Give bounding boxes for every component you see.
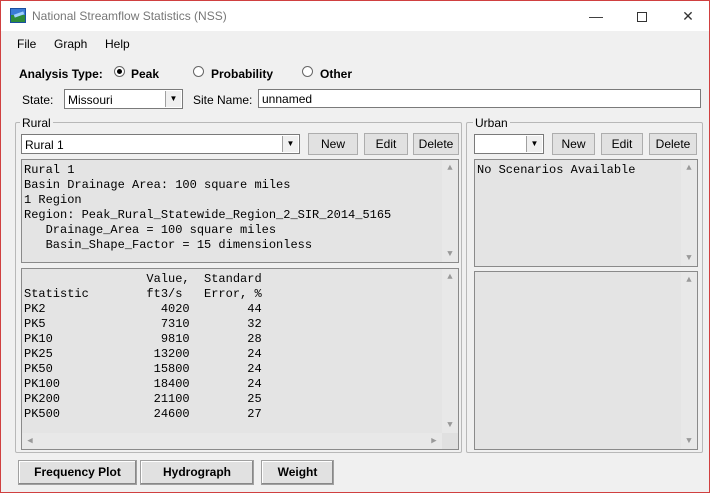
urban-edit-button[interactable]: Edit — [601, 133, 643, 155]
rural-scenario-select[interactable]: Rural 1 ▼ — [21, 134, 300, 154]
results-row: PK5 7310 32 — [24, 317, 262, 331]
scroll-up-icon[interactable]: ▲ — [681, 160, 697, 176]
scroll-down-icon[interactable]: ▼ — [681, 250, 697, 266]
site-name-label: Site Name: — [193, 93, 253, 107]
scroll-up-icon[interactable]: ▲ — [681, 272, 697, 288]
menu-graph[interactable]: Graph — [54, 37, 87, 51]
state-value: Missouri — [68, 93, 113, 107]
results-row: PK200 21100 25 — [24, 392, 262, 406]
urban-group-label: Urban — [473, 116, 510, 130]
window-title: National Streamflow Statistics (NSS) — [32, 9, 227, 23]
rural-description-text: Rural 1 Basin Drainage Area: 100 square … — [24, 163, 392, 252]
radio-other-label[interactable]: Other — [320, 67, 352, 81]
radio-probability[interactable] — [193, 66, 204, 77]
rural-results-vscrollbar[interactable]: ▲ ▼ — [442, 269, 458, 433]
rural-results-box[interactable]: Value, Standard Statistic ft3/s Error, %… — [21, 268, 459, 450]
scroll-up-icon[interactable]: ▲ — [442, 160, 458, 176]
urban-results-scrollbar[interactable]: ▲ ▼ — [681, 272, 697, 449]
nss-app-icon — [10, 8, 26, 23]
site-name-field[interactable] — [258, 89, 701, 108]
maximize-button[interactable] — [619, 1, 665, 31]
radio-peak[interactable] — [114, 66, 125, 77]
results-row: PK50 15800 24 — [24, 362, 262, 376]
rural-group-label: Rural — [20, 116, 53, 130]
urban-scenario-select[interactable]: ▼ — [474, 134, 544, 154]
urban-description-scrollbar[interactable]: ▲ ▼ — [681, 160, 697, 266]
site-name-input[interactable] — [259, 90, 700, 107]
weight-button[interactable]: Weight — [261, 460, 334, 485]
urban-description-box[interactable]: No Scenarios Available ▲ ▼ — [474, 159, 698, 267]
results-row: PK10 9810 28 — [24, 332, 262, 346]
scroll-right-icon[interactable]: ▶ — [426, 433, 442, 449]
rural-scenario-value: Rural 1 — [25, 138, 64, 152]
rural-results-text: Value, Standard Statistic ft3/s Error, %… — [22, 269, 458, 425]
menu-bar: File Graph Help — [1, 32, 709, 54]
nss-window: National Streamflow Statistics (NSS) — ✕… — [0, 0, 710, 493]
results-row: PK500 24600 27 — [24, 407, 262, 421]
urban-new-button[interactable]: New — [552, 133, 595, 155]
scroll-down-icon[interactable]: ▼ — [681, 433, 697, 449]
chevron-down-icon[interactable]: ▼ — [282, 136, 298, 152]
scroll-left-icon[interactable]: ◀ — [22, 433, 38, 449]
hydrograph-button[interactable]: Hydrograph — [140, 460, 254, 485]
maximize-icon — [637, 12, 647, 23]
radio-peak-label[interactable]: Peak — [131, 67, 159, 81]
urban-results-box[interactable]: ▲ ▼ — [474, 271, 698, 450]
state-select[interactable]: Missouri ▼ — [64, 89, 183, 109]
minimize-button[interactable]: — — [573, 1, 619, 31]
title-bar: National Streamflow Statistics (NSS) — ✕ — [1, 1, 709, 31]
rural-description-scrollbar[interactable]: ▲ ▼ — [442, 160, 458, 262]
results-header: Value, Standard Statistic ft3/s Error, % — [24, 272, 262, 301]
rural-new-button[interactable]: New — [308, 133, 358, 155]
scroll-corner — [442, 433, 458, 449]
results-row: PK25 13200 24 — [24, 347, 262, 361]
results-row: PK100 18400 24 — [24, 377, 262, 391]
urban-delete-button[interactable]: Delete — [649, 133, 697, 155]
rural-edit-button[interactable]: Edit — [364, 133, 408, 155]
results-row: PK2 4020 44 — [24, 302, 262, 316]
close-button[interactable]: ✕ — [665, 1, 710, 31]
scroll-up-icon[interactable]: ▲ — [442, 269, 458, 285]
rural-results-hscrollbar[interactable]: ◀ ▶ — [22, 433, 442, 449]
menu-file[interactable]: File — [17, 37, 36, 51]
state-label: State: — [22, 93, 54, 107]
radio-probability-label[interactable]: Probability — [211, 67, 273, 81]
frequency-plot-button[interactable]: Frequency Plot — [18, 460, 137, 485]
scroll-down-icon[interactable]: ▼ — [442, 246, 458, 262]
rural-description-box[interactable]: Rural 1 Basin Drainage Area: 100 square … — [21, 159, 459, 263]
menu-help[interactable]: Help — [105, 37, 130, 51]
analysis-type-label: Analysis Type: — [19, 67, 103, 81]
chevron-down-icon[interactable]: ▼ — [165, 91, 181, 107]
radio-other[interactable] — [302, 66, 313, 77]
rural-delete-button[interactable]: Delete — [413, 133, 459, 155]
urban-description-text: No Scenarios Available — [477, 163, 636, 177]
chevron-down-icon[interactable]: ▼ — [526, 136, 542, 152]
results-table: PK2 4020 44 PK5 7310 32 PK10 9810 28 PK2… — [24, 302, 262, 421]
scroll-down-icon[interactable]: ▼ — [442, 417, 458, 433]
